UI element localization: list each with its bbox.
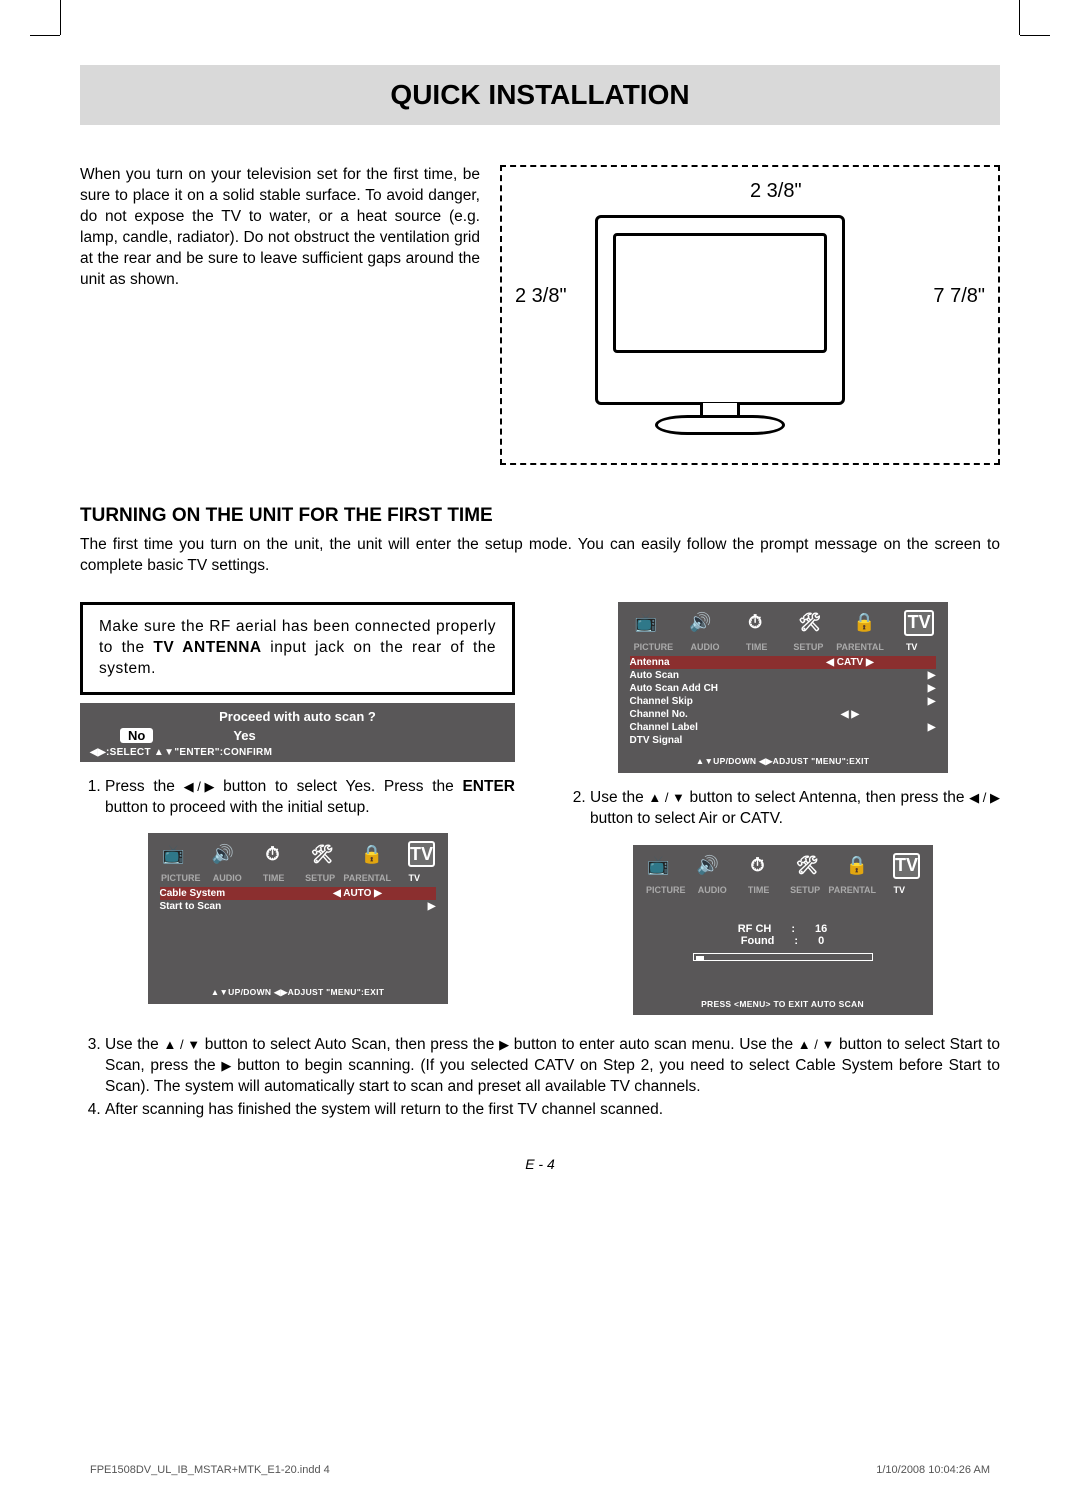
osd-menu-row: Auto Scan Add CH▶: [630, 682, 936, 695]
progress-bar: [693, 953, 873, 961]
osd-scan-footer: PRESS <MENU> TO EXIT AUTO SCAN: [639, 999, 927, 1009]
parental-icon: 🔒: [843, 853, 871, 879]
picture-icon: 📺: [160, 841, 188, 867]
option-no: No: [120, 728, 153, 743]
right-icon: ▶: [221, 1057, 231, 1075]
osd-menu-row: Start to Scan▶: [160, 900, 436, 913]
osd-menu-row: Channel No.◀ ▶: [630, 708, 936, 721]
source-file: FPE1508DV_UL_IB_MSTAR+MTK_E1-20.indd 4: [90, 1464, 330, 1476]
up-down-icon: ▲ / ▼: [648, 789, 685, 807]
setup-icon: 🛠: [793, 853, 821, 879]
osd-menu-row: DTV Signal: [630, 734, 936, 747]
dimension-left: 2 3/8": [515, 285, 567, 308]
intro-paragraph: When you turn on your television set for…: [80, 165, 480, 465]
osd-menu-row: Antenna◀ CATV ▶: [630, 656, 936, 669]
osd-menu-row: Auto Scan▶: [630, 669, 936, 682]
tv-outline: [595, 215, 845, 405]
audio-icon: 🔊: [694, 853, 722, 879]
section-text: The first time you turn on the unit, the…: [80, 535, 1000, 577]
audio-icon: 🔊: [209, 841, 237, 867]
clearance-diagram: 2 3/8" 2 3/8" 7 7/8": [500, 165, 1000, 465]
time-icon: ⏱: [744, 853, 772, 879]
tv-icon: TV: [904, 610, 934, 636]
osd-menu-row: Channel Skip▶: [630, 695, 936, 708]
audio-icon: 🔊: [685, 610, 715, 636]
osd-tv-menu: 📺 🔊 ⏱ 🛠 🔒 TV PICTURE AUDIO TIME SETUP PA…: [618, 602, 948, 773]
prompt-question: Proceed with auto scan ?: [90, 709, 505, 724]
parental-icon: 🔒: [358, 841, 386, 867]
section-heading: TURNING ON THE UNIT FOR THE FIRST TIME: [80, 505, 1000, 527]
osd-menu-row: Channel Label▶: [630, 721, 936, 734]
picture-icon: 📺: [631, 610, 661, 636]
up-down-icon: ▲ / ▼: [798, 1036, 835, 1054]
dimension-right: 7 7/8": [933, 285, 985, 308]
tv-icon: TV: [893, 853, 921, 879]
setup-icon: 🛠: [795, 610, 825, 636]
parental-icon: 🔒: [849, 610, 879, 636]
up-down-icon: ▲ / ▼: [164, 1036, 201, 1054]
time-icon: ⏱: [740, 610, 770, 636]
page-content: QUICK INSTALLATION When you turn on your…: [80, 30, 1000, 1172]
osd-footer-hint: ▲▼UP/DOWN ◀▶ADJUST "MENU":EXIT: [624, 756, 942, 767]
tv-icon: TV: [408, 841, 436, 867]
osd-scanning: 📺 🔊 ⏱ 🛠 🔒 TV PICTURE AUDIO TIME SETUP PA…: [633, 845, 933, 1015]
time-icon: ⏱: [259, 841, 287, 867]
osd-autoscan-menu: 📺 🔊 ⏱ 🛠 🔒 TV PICTURE AUDIO TIME SETUP PA…: [148, 833, 448, 1004]
left-right-icon: ◀ / ▶: [184, 778, 215, 796]
footer-meta: FPE1508DV_UL_IB_MSTAR+MTK_E1-20.indd 4 1…: [90, 1464, 990, 1476]
steps-3-4: Use the ▲ / ▼ button to select Auto Scan…: [80, 1035, 1000, 1122]
autoscan-prompt: Proceed with auto scan ? No Yes ◀▶:SELEC…: [80, 703, 515, 762]
timestamp: 1/10/2008 10:04:26 AM: [876, 1464, 990, 1476]
setup-icon: 🛠: [308, 841, 336, 867]
osd-menu-row: Cable System◀ AUTO ▶: [160, 887, 436, 900]
step-2: Use the ▲ / ▼ button to select Antenna, …: [565, 788, 1000, 830]
page-title: QUICK INSTALLATION: [80, 79, 1000, 111]
header-bar: QUICK INSTALLATION: [80, 65, 1000, 125]
antenna-note: Make sure the RF aerial has been connect…: [80, 602, 515, 695]
page-number: E - 4: [80, 1156, 1000, 1172]
left-right-icon: ◀ / ▶: [969, 789, 1000, 807]
dimension-top: 2 3/8": [750, 180, 802, 203]
picture-icon: 📺: [645, 853, 673, 879]
option-yes: Yes: [233, 728, 255, 743]
step-1: Press the ◀ / ▶ button to select Yes. Pr…: [80, 777, 515, 819]
osd-footer-hint: ▲▼UP/DOWN ◀▶ADJUST "MENU":EXIT: [154, 987, 442, 998]
prompt-hint: ◀▶:SELECT ▲▼"ENTER":CONFIRM: [90, 747, 505, 758]
right-icon: ▶: [499, 1036, 509, 1054]
